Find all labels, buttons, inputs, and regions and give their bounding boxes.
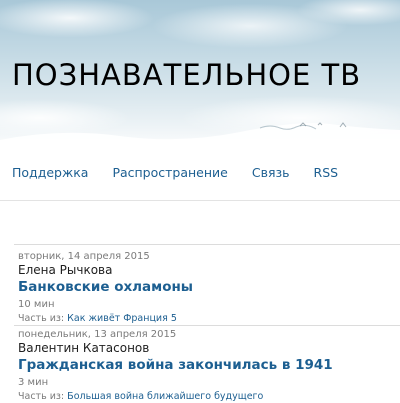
episode-duration: 3 мин — [18, 377, 49, 388]
series-link[interactable]: Большая война ближайшего будущего — [67, 391, 263, 402]
nav-divider — [0, 200, 400, 201]
nav-item-rss[interactable]: RSS — [314, 165, 339, 180]
nav-item-support[interactable]: Поддержка — [12, 165, 88, 180]
episode-item: понедельник, 13 апреля 2015 Валентин Кат… — [18, 329, 400, 403]
header-banner: ПОЗНАВАТЕЛЬНОЕ ТВ — [0, 0, 400, 150]
episode-divider — [14, 325, 400, 326]
episode-divider — [14, 244, 400, 245]
episode-author: Валентин Катасонов — [18, 341, 150, 355]
episode-series: Часть из: Большая война ближайшего будущ… — [18, 390, 400, 403]
nav-item-distribution[interactable]: Распространение — [112, 165, 227, 180]
episode-author: Елена Рычкова — [18, 263, 113, 277]
series-prefix: Часть из: — [18, 313, 65, 324]
episode-title-link[interactable]: Банковские охламоны — [18, 278, 400, 296]
main-nav: Поддержка Распространение Связь RSS — [12, 165, 362, 180]
episode-title-link[interactable]: Гражданская война закончилась в 1941 — [18, 356, 400, 374]
episode-date: вторник, 14 апреля 2015 — [18, 251, 150, 262]
episode-duration: 10 мин — [18, 299, 55, 310]
episode-date: понедельник, 13 апреля 2015 — [18, 329, 177, 340]
series-prefix: Часть из: — [18, 391, 65, 402]
snowy-hills-image — [0, 122, 400, 150]
nav-item-contact[interactable]: Связь — [252, 165, 290, 180]
episode-item: вторник, 14 апреля 2015 Елена Рычкова Ба… — [18, 251, 400, 325]
episode-series: Часть из: Как живёт Франция 5 — [18, 312, 400, 325]
series-link[interactable]: Как живёт Франция 5 — [67, 313, 177, 324]
site-title[interactable]: ПОЗНАВАТЕЛЬНОЕ ТВ — [12, 58, 361, 92]
